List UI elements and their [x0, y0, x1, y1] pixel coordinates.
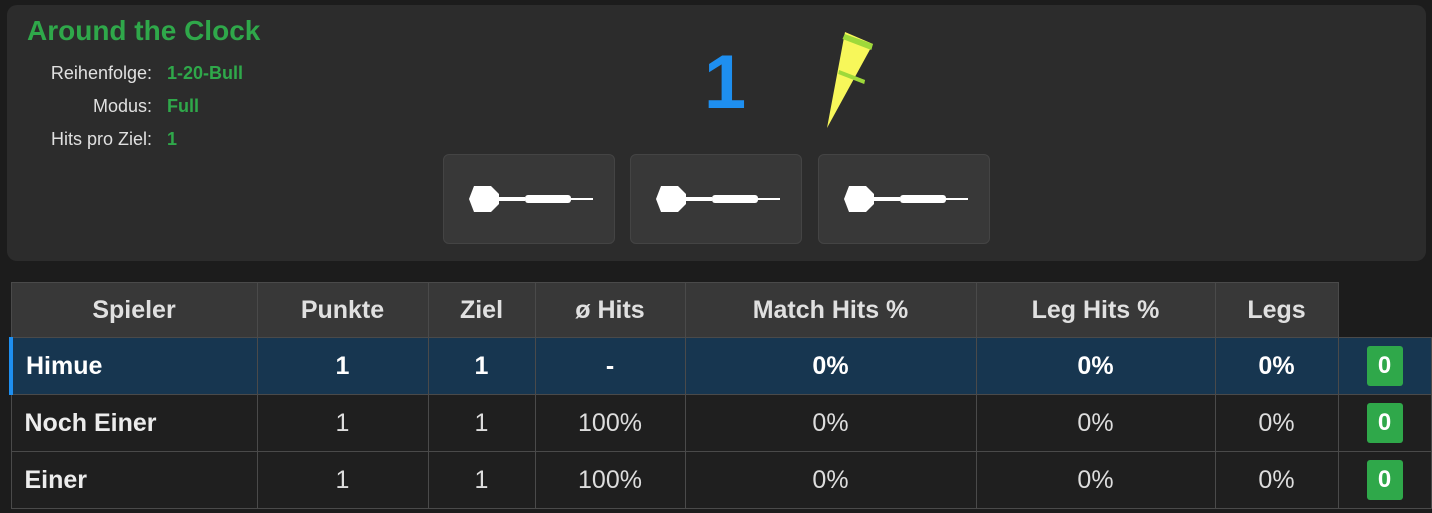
- legs-won-badge: 0: [1366, 460, 1403, 500]
- player-avg-hits: 100%: [534, 394, 686, 452]
- player-avg-hits: -: [534, 337, 686, 395]
- column-header-player: Spieler: [10, 282, 258, 338]
- column-header-leg-hits: Leg Hits %: [975, 282, 1216, 338]
- setting-value: Full: [167, 96, 199, 116]
- player-target: 1: [427, 337, 536, 395]
- setting-label: Modus:: [92, 96, 152, 116]
- dart-icon: [469, 186, 593, 212]
- game-settings: Reihenfolge: 1-20-Bull Modus: Full Hits …: [21, 57, 243, 156]
- column-header-avg-hits: ø Hits: [534, 282, 686, 338]
- setting-value: 1-20-Bull: [167, 63, 244, 83]
- player-points: 1: [256, 394, 429, 452]
- current-target-number: 1: [703, 40, 747, 125]
- player-legs-percent: 0%: [1214, 337, 1339, 395]
- column-header-spacer: [1338, 283, 1431, 338]
- column-header-target: Ziel: [427, 282, 536, 338]
- player-points: 1: [256, 337, 429, 395]
- legs-won-cell: 0: [1337, 337, 1432, 395]
- player-match-hits: 0%: [684, 337, 977, 395]
- player-legs-percent: 0%: [1214, 451, 1339, 509]
- setting-label: Hits pro Ziel:: [50, 129, 152, 149]
- legs-won-cell: 0: [1337, 451, 1432, 509]
- setting-row-hits-per-target: Hits pro Ziel: 1: [21, 123, 243, 156]
- table-row[interactable]: Einer 1 1 100% 0% 0% 0% 0: [10, 451, 1432, 509]
- player-legs-percent: 0%: [1214, 394, 1339, 452]
- player-avg-hits: 100%: [534, 451, 686, 509]
- player-name: Noch Einer: [10, 394, 258, 452]
- legs-won-cell: 0: [1337, 394, 1432, 452]
- table-row-active-player[interactable]: Himue 1 1 - 0% 0% 0% 0: [9, 337, 1432, 395]
- dart-slot-3: [818, 154, 990, 244]
- setting-value: 1: [167, 129, 178, 149]
- setting-row-order: Reihenfolge: 1-20-Bull: [21, 57, 243, 90]
- player-name: Himue: [9, 337, 258, 395]
- dartboard-segment-icon: [825, 32, 875, 133]
- dart-slot-2: [630, 154, 802, 244]
- game-title: Around the Clock: [27, 15, 261, 46]
- player-target: 1: [427, 451, 536, 509]
- player-name: Einer: [10, 451, 258, 509]
- player-leg-hits: 0%: [975, 337, 1216, 395]
- player-target: 1: [427, 394, 536, 452]
- player-match-hits: 0%: [684, 451, 977, 509]
- legs-won-badge: 0: [1366, 346, 1403, 386]
- player-leg-hits: 0%: [975, 451, 1216, 509]
- column-header-match-hits: Match Hits %: [684, 282, 977, 338]
- column-header-legs: Legs: [1214, 282, 1339, 338]
- player-points: 1: [256, 451, 429, 509]
- setting-row-mode: Modus: Full: [21, 90, 243, 123]
- dart-icon: [844, 186, 968, 212]
- column-header-points: Punkte: [256, 282, 429, 338]
- player-match-hits: 0%: [684, 394, 977, 452]
- game-info-panel: Around the Clock Reihenfolge: 1-20-Bull …: [7, 5, 1426, 261]
- table-row[interactable]: Noch Einer 1 1 100% 0% 0% 0% 0: [10, 394, 1432, 452]
- setting-label: Reihenfolge:: [50, 63, 152, 83]
- scoreboard-table: Spieler Punkte Ziel ø Hits Match Hits % …: [9, 282, 1432, 509]
- dart-slot-1: [443, 154, 615, 244]
- legs-won-badge: 0: [1366, 403, 1403, 443]
- table-header-row: Spieler Punkte Ziel ø Hits Match Hits % …: [10, 282, 1431, 338]
- dart-icon: [656, 186, 780, 212]
- player-leg-hits: 0%: [975, 394, 1216, 452]
